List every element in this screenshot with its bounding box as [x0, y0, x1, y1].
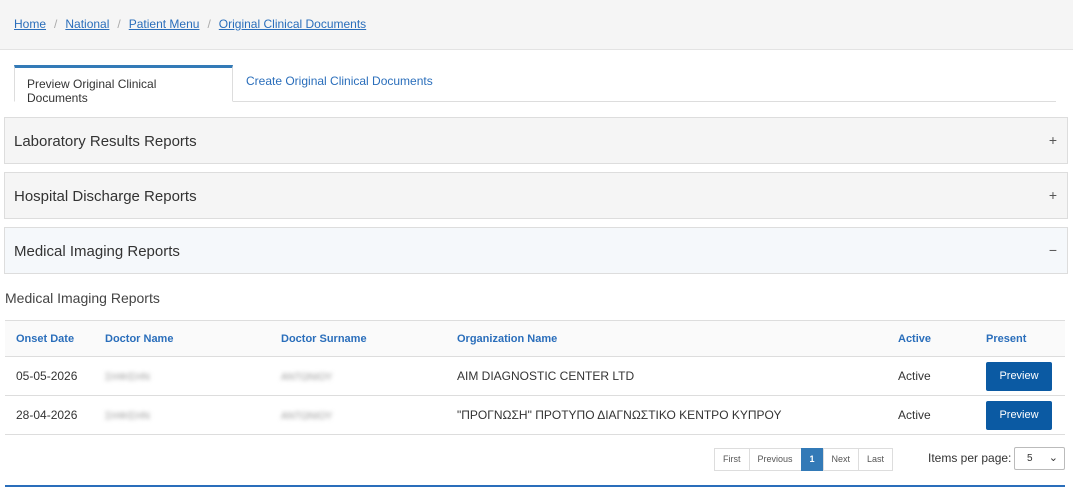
pager-first-button[interactable]: First: [714, 448, 750, 471]
pager-last-button[interactable]: Last: [858, 448, 894, 471]
items-per-page-value: 5: [1027, 453, 1033, 464]
section-title: Medical Imaging Reports: [5, 290, 160, 306]
panel-medical-imaging[interactable]: Medical Imaging Reports −: [4, 227, 1068, 274]
imaging-reports-table: Onset Date Doctor Name Doctor Surname Or…: [5, 320, 1065, 435]
panel-laboratory-results[interactable]: Laboratory Results Reports +: [4, 117, 1068, 164]
expand-icon[interactable]: +: [1049, 187, 1057, 203]
active-status: Active: [887, 395, 975, 435]
expand-icon[interactable]: +: [1049, 132, 1057, 148]
table-row: 28-04-2026 ΣΗΦΙΣΗΝ ΑΝΤΩΝΙΟΥ "ΠΡΟΓΝΩΣΗ" Π…: [5, 395, 1065, 435]
panel-title: Hospital Discharge Reports: [14, 188, 197, 205]
present-cell: Preview: [975, 395, 1065, 435]
column-organization-name[interactable]: Organization Name: [446, 320, 887, 357]
breadcrumb-home[interactable]: Home: [14, 17, 46, 31]
organization-name: AIM DIAGNOSTIC CENTER LTD: [446, 356, 887, 396]
table-header-row: Onset Date Doctor Name Doctor Surname Or…: [5, 320, 1065, 357]
breadcrumb-bar: Home / National / Patient Menu / Origina…: [0, 0, 1073, 50]
breadcrumb-separator: /: [207, 17, 211, 31]
doctor-name: ΣΗΦΙΣΗΝ: [94, 395, 270, 435]
doctor-surname: ΑΝΤΩΝΙΟΥ: [270, 356, 446, 396]
items-per-page-select[interactable]: 5 ⌄: [1014, 447, 1065, 470]
doctor-name-text: ΣΗΦΙΣΗΝ: [105, 372, 150, 383]
doctor-surname-text: ΑΝΤΩΝΙΟΥ: [281, 372, 333, 383]
pager-page-1[interactable]: 1: [800, 448, 824, 471]
column-onset-date[interactable]: Onset Date: [5, 320, 94, 357]
collapse-icon[interactable]: −: [1049, 242, 1057, 258]
chevron-down-icon: ⌄: [1048, 452, 1058, 464]
pager-previous-button[interactable]: Previous: [748, 448, 802, 471]
breadcrumb: Home / National / Patient Menu / Origina…: [14, 17, 366, 31]
present-cell: Preview: [975, 356, 1065, 396]
doctor-surname: ΑΝΤΩΝΙΟΥ: [270, 395, 446, 435]
doctor-surname-text: ΑΝΤΩΝΙΟΥ: [281, 411, 333, 422]
onset-date: 05-05-2026: [5, 356, 94, 396]
breadcrumb-patient-menu[interactable]: Patient Menu: [129, 17, 200, 31]
column-doctor-surname[interactable]: Doctor Surname: [270, 320, 446, 357]
tab-preview[interactable]: Preview Original Clinical Documents: [14, 65, 233, 105]
breadcrumb-original-clinical-documents[interactable]: Original Clinical Documents: [219, 17, 366, 31]
tab-create[interactable]: Create Original Clinical Documents: [234, 65, 445, 102]
pager-next-button[interactable]: Next: [822, 448, 860, 471]
doctor-name: ΣΗΦΙΣΗΝ: [94, 356, 270, 396]
breadcrumb-separator: /: [54, 17, 58, 31]
pagination: First Previous 1 Next Last: [714, 448, 894, 471]
organization-name: "ΠΡΟΓΝΩΣΗ" ΠΡΟΤΥΠΟ ΔΙΑΓΝΩΣΤΙΚΟ ΚΕΝΤΡΟ ΚΥ…: [446, 395, 887, 435]
items-per-page-label: Items per page:: [928, 451, 1012, 465]
preview-button[interactable]: Preview: [986, 361, 1052, 391]
panel-title: Laboratory Results Reports: [14, 133, 197, 150]
document-tabs: Preview Original Clinical Documents Crea…: [14, 65, 1056, 105]
column-present: Present: [975, 320, 1065, 357]
doctor-name-text: ΣΗΦΙΣΗΝ: [105, 411, 150, 422]
breadcrumb-national[interactable]: National: [65, 17, 109, 31]
onset-date: 28-04-2026: [5, 395, 94, 435]
panel-title: Medical Imaging Reports: [14, 243, 180, 260]
bottom-divider: [5, 485, 1065, 487]
preview-button[interactable]: Preview: [986, 400, 1052, 430]
column-doctor-name[interactable]: Doctor Name: [94, 320, 270, 357]
panel-hospital-discharge[interactable]: Hospital Discharge Reports +: [4, 172, 1068, 219]
breadcrumb-separator: /: [117, 17, 121, 31]
active-status: Active: [887, 356, 975, 396]
column-active[interactable]: Active: [887, 320, 975, 357]
table-row: 05-05-2026 ΣΗΦΙΣΗΝ ΑΝΤΩΝΙΟΥ AIM DIAGNOST…: [5, 356, 1065, 396]
